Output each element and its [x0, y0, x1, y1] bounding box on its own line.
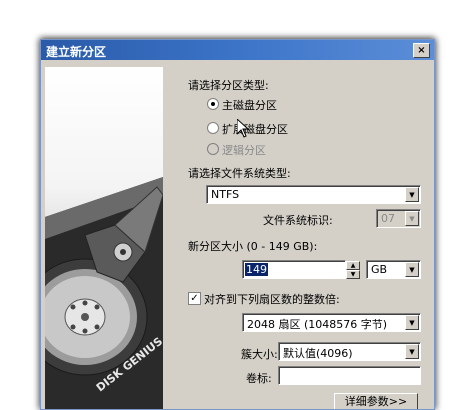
- partition-form: 请选择分区类型: 主磁盘分区 扩展磁盘分区 逻辑分区 请选择文件系统类型: NT…: [41, 40, 434, 409]
- logical-partition-label: 逻辑分区: [222, 144, 266, 157]
- mouse-cursor-icon: [237, 119, 249, 138]
- filesystem-id-select: 07 ▼: [376, 209, 421, 228]
- filesystem-id-label: 文件系统标识:: [263, 214, 333, 227]
- cluster-size-value: 默认值(4096): [283, 347, 353, 360]
- chevron-down-icon[interactable]: ▼: [405, 187, 419, 202]
- spin-down-icon[interactable]: ▼: [346, 270, 360, 279]
- chevron-down-icon: ▼: [405, 211, 419, 226]
- partition-type-label: 请选择分区类型:: [188, 79, 269, 92]
- chevron-down-icon[interactable]: ▼: [405, 262, 419, 277]
- radio-logical-partition: [207, 143, 219, 155]
- size-unit-select[interactable]: GB ▼: [366, 260, 421, 279]
- chevron-down-icon[interactable]: ▼: [405, 315, 419, 330]
- volume-label-label: 卷标:: [246, 372, 272, 385]
- align-label: 对齐到下列扇区数的整数倍:: [204, 293, 340, 306]
- partition-size-input[interactable]: 149: [242, 260, 346, 279]
- volume-label-input[interactable]: [278, 366, 421, 385]
- chevron-down-icon[interactable]: ▼: [405, 344, 419, 359]
- new-partition-dialog: 建立新分区 × DISK GENIUS 请选择分区类型: 主磁盘分区 扩展磁盘分…: [40, 39, 435, 410]
- filesystem-label: 请选择文件系统类型:: [188, 167, 291, 180]
- extended-partition-label: 扩展磁盘分区: [222, 123, 288, 136]
- filesystem-id-value: 07: [381, 212, 395, 225]
- align-sectors-select[interactable]: 2048 扇区 (1048576 字节) ▼: [242, 313, 421, 332]
- align-checkbox[interactable]: ✓: [188, 292, 201, 305]
- size-spinner[interactable]: ▲ ▼: [346, 261, 360, 279]
- filesystem-value: NTFS: [211, 188, 240, 201]
- partition-size-label: 新分区大小 (0 - 149 GB):: [188, 240, 318, 253]
- filesystem-select[interactable]: NTFS ▼: [206, 185, 421, 204]
- advanced-params-button[interactable]: 详细参数>>: [334, 393, 418, 409]
- radio-extended-partition[interactable]: [207, 122, 219, 134]
- size-unit-value: GB: [371, 263, 388, 276]
- partition-size-value: 149: [245, 263, 268, 276]
- radio-primary-partition[interactable]: [207, 98, 219, 110]
- cluster-size-label: 簇大小:: [241, 348, 278, 361]
- align-sectors-value: 2048 扇区 (1048576 字节): [247, 318, 388, 331]
- primary-partition-label: 主磁盘分区: [222, 99, 277, 112]
- cluster-size-select[interactable]: 默认值(4096) ▼: [278, 342, 421, 361]
- spin-up-icon[interactable]: ▲: [346, 261, 360, 270]
